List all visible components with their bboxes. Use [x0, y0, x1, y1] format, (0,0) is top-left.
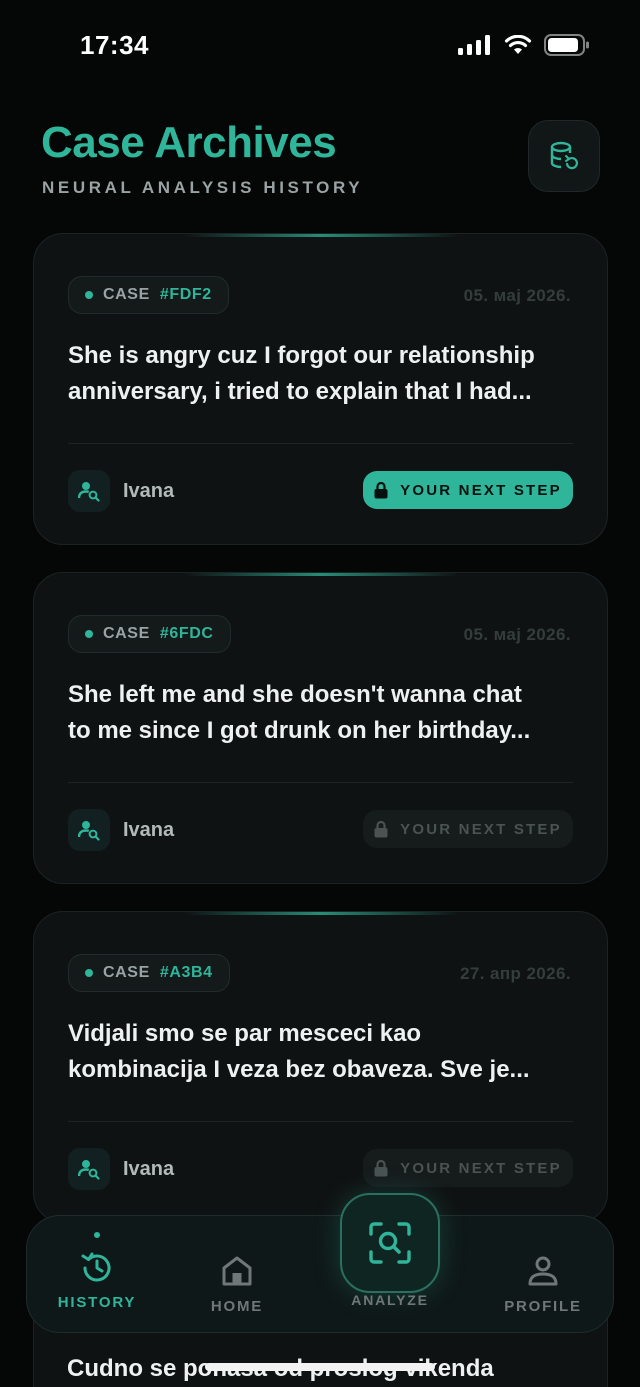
header: Case Archives NEURAL ANALYSIS HISTORY [0, 110, 640, 220]
case-summary-line: Vidjali smo se par mesceci kao [68, 1020, 422, 1047]
status-dot [85, 969, 93, 977]
active-tab-dot [94, 1232, 100, 1238]
wifi-icon [504, 35, 532, 54]
card-glow [184, 573, 459, 576]
next-step-button-locked[interactable]: YOUR NEXT STEP [363, 1149, 573, 1187]
card-divider [68, 1121, 573, 1122]
case-label: CASE [103, 964, 150, 981]
database-sync-icon [550, 141, 578, 170]
status-time: 17:34 [80, 30, 149, 60]
case-summary-line: anniversary, i tried to explain that I h… [68, 378, 532, 405]
person-name: Ivana [123, 1158, 175, 1180]
status-dot [85, 291, 93, 299]
battery-icon [544, 34, 589, 56]
case-summary-line: She is angry cuz I forgot our relationsh… [68, 342, 535, 369]
signal-icon [458, 35, 490, 55]
lock-icon [374, 820, 388, 837]
case-date: 05. мај 2026. [463, 286, 571, 305]
tab-history[interactable]: HISTORY [49, 1216, 145, 1334]
case-summary-line: to me since I got drunk on her birthday.… [68, 717, 531, 744]
tab-profile-label: PROFILE [504, 1298, 582, 1315]
page-title: Case Archives [41, 118, 337, 167]
next-step-button-locked[interactable]: YOUR NEXT STEP [363, 810, 573, 848]
case-label: CASE [103, 625, 150, 642]
case-card[interactable]: CASE #6FDC 05. мај 2026. She left me and… [33, 572, 608, 884]
tab-history-label: HISTORY [57, 1294, 137, 1311]
case-label: CASE [103, 286, 150, 303]
scan-search-icon [369, 1222, 411, 1264]
status-bar: 17:34 [0, 0, 640, 96]
case-summary-line: She left me and she doesn't wanna chat [68, 681, 522, 708]
case-id: #FDF2 [159, 286, 212, 303]
lock-icon [374, 481, 388, 498]
person-name: Ivana [123, 819, 175, 841]
case-date: 27. апр 2026. [460, 964, 571, 983]
card-glow [184, 234, 459, 237]
case-id: #6FDC [159, 625, 214, 642]
person-search-icon [68, 470, 110, 512]
status-dot [85, 630, 93, 638]
card-glow [184, 912, 459, 915]
tab-profile[interactable]: PROFILE [495, 1216, 591, 1334]
next-step-button[interactable]: YOUR NEXT STEP [363, 471, 573, 509]
bottom-tab-bar: HISTORY HOME PROFILE [26, 1215, 614, 1333]
case-badge: CASE #6FDC [68, 615, 231, 653]
person-search-icon [68, 1148, 110, 1190]
person-search-icon [68, 809, 110, 851]
next-step-label: YOUR NEXT STEP [400, 481, 562, 499]
card-divider [68, 443, 573, 444]
tab-home[interactable]: HOME [189, 1216, 285, 1334]
sync-database-button[interactable] [528, 120, 600, 192]
profile-icon [528, 1256, 558, 1286]
card-divider [68, 782, 573, 783]
case-date: 05. мај 2026. [463, 625, 571, 644]
case-summary: She is angry cuz I forgot our relationsh… [68, 338, 588, 410]
person-name: Ivana [123, 480, 175, 502]
case-badge: CASE #A3B4 [68, 954, 230, 992]
tab-analyze-label: ANALYZE [351, 1292, 429, 1308]
page-subtitle: NEURAL ANALYSIS HISTORY [42, 178, 364, 197]
case-card[interactable]: CASE #FDF2 05. мај 2026. She is angry cu… [33, 233, 608, 545]
next-step-label: YOUR NEXT STEP [400, 820, 562, 838]
case-summary: She left me and she doesn't wanna chat t… [68, 677, 588, 749]
home-indicator [205, 1363, 435, 1371]
history-icon [81, 1252, 111, 1282]
case-summary: Vidjali smo se par mesceci kao kombinaci… [68, 1016, 588, 1088]
lock-icon [374, 1159, 388, 1176]
home-icon [222, 1256, 252, 1286]
next-step-label: YOUR NEXT STEP [400, 1159, 562, 1177]
case-card[interactable]: CASE #A3B4 27. апр 2026. Vidjali smo se … [33, 911, 608, 1223]
case-id: #A3B4 [159, 964, 213, 981]
case-badge: CASE #FDF2 [68, 276, 229, 314]
analyze-button[interactable] [340, 1193, 440, 1293]
case-summary-line: kombinacija I veza bez obaveza. Sve je..… [68, 1056, 530, 1083]
status-icons [458, 34, 590, 56]
tab-home-label: HOME [210, 1298, 264, 1315]
